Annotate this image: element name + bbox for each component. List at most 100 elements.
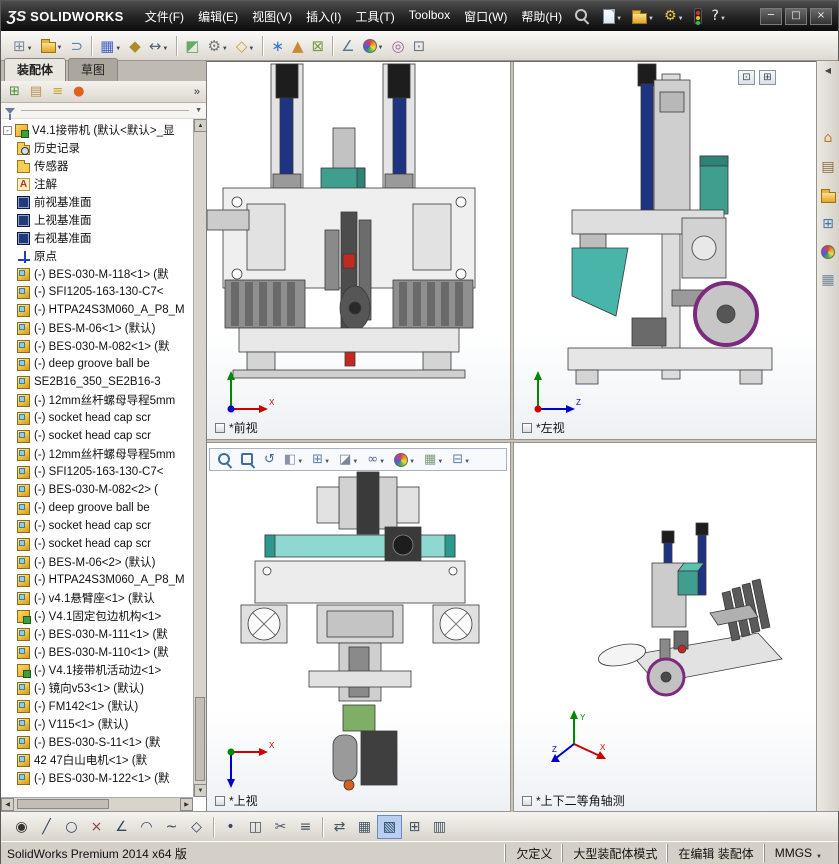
custom-properties-button[interactable]: ▦ (819, 270, 836, 290)
tree-item[interactable]: (-) BES-030-M-118<1> (默 (1, 265, 193, 283)
horizontal-scroll-thumb[interactable] (17, 799, 109, 809)
view-orientation-button[interactable]: ⊞ ▼ (308, 449, 334, 470)
offset-entities-button[interactable]: ≡ (293, 815, 318, 839)
featuremanager-tree-button[interactable]: ⊞ (5, 81, 24, 103)
appearances-scenes-button[interactable] (819, 243, 837, 261)
maximize-button[interactable]: □ (785, 7, 807, 25)
tree-item[interactable]: (-) 12mm丝杆螺母导程5mm (1, 445, 193, 463)
tree-item[interactable]: (-) 镜向v53<1> (默认) (1, 679, 193, 697)
zoom-to-fit-button[interactable] (214, 450, 236, 470)
tab[interactable]: 装配体 (4, 58, 67, 81)
measure-button[interactable]: ∠ (337, 35, 358, 57)
reference-geometry-button[interactable]: ◇ ▼ (232, 35, 259, 57)
large-assembly-mode-button[interactable]: ⊡ (409, 35, 430, 57)
task-pane-collapse-icon[interactable]: ◀ (817, 61, 839, 80)
tree-item[interactable]: (-) V115<1> (默认) (1, 715, 193, 733)
exploded-view-button[interactable]: ▲ (288, 35, 308, 57)
tree-filter-bar[interactable]: ▼ (1, 103, 206, 120)
scroll-up-icon[interactable]: ▲ (194, 119, 207, 132)
mate-button[interactable]: ⊃ (66, 35, 87, 57)
tab[interactable]: 草图 (68, 58, 119, 81)
menu-item[interactable]: Toolbox (402, 3, 457, 30)
linear-component-pattern-button[interactable]: ▦ ▼ (96, 35, 125, 57)
menu-item[interactable]: 文件(F) (138, 3, 191, 30)
apply-scene-button[interactable]: ▦ ▼ (420, 449, 447, 470)
status-segment[interactable]: MMGS ▼ (763, 844, 832, 862)
shaded-view-button[interactable]: ▧ (377, 814, 402, 839)
tree-item[interactable]: 传感器 (1, 157, 193, 175)
section-view-button[interactable]: ◧ ▼ (280, 449, 307, 470)
new-motion-study-button[interactable]: ∗ (267, 35, 288, 57)
menu-item[interactable]: 工具(T) (348, 3, 401, 30)
hide-show-items-button[interactable]: ∞ ▼ (363, 449, 389, 470)
tree-item[interactable]: (-) V4.1固定包边机构<1> (1, 607, 193, 625)
tree-item[interactable]: 42 47白山电机<1> (默 (1, 751, 193, 769)
smart-dimension-button[interactable]: ◉ (9, 815, 34, 839)
status-segment[interactable]: 大型装配体模式 (562, 844, 667, 862)
insert-components-button[interactable]: ⊞ ▼ (9, 35, 37, 57)
scroll-down-icon[interactable]: ▼ (194, 784, 207, 797)
tree-item[interactable]: (-) HTPA24S3M060_A_P8_M (1, 301, 193, 319)
tree-item[interactable]: 历史记录 (1, 139, 193, 157)
vertical-splitter[interactable] (510, 62, 514, 812)
tree-horizontal-scrollbar[interactable]: ◀ ▶ (1, 797, 193, 811)
previous-view-button[interactable]: ↺ (260, 449, 279, 470)
panel-expand-chevron[interactable]: » (194, 86, 202, 98)
configurationmanager-button[interactable]: ≡ (48, 81, 67, 103)
help-button[interactable]: ? ▼ (708, 5, 730, 27)
erase-button[interactable]: × (84, 815, 109, 839)
tree-item[interactable]: (-) FM142<1> (默认) (1, 697, 193, 715)
assembly-features-button[interactable]: ⚙ ▼ (203, 35, 231, 57)
tree-item[interactable]: (-) socket head cap scr (1, 409, 193, 427)
spline-button[interactable]: ~ (159, 815, 184, 839)
menu-item[interactable]: 窗口(W) (457, 3, 514, 30)
insert-from-file-button[interactable]: ▼ (37, 35, 67, 56)
arc-button[interactable]: ◠ (134, 815, 159, 839)
tree-item[interactable]: 右视基准面 (1, 229, 193, 247)
menu-item[interactable]: 插入(I) (299, 3, 348, 30)
minimize-button[interactable]: ─ (760, 7, 782, 25)
tree-item[interactable]: (-) BES-030-S-11<1> (默 (1, 733, 193, 751)
tree-item[interactable]: (-) socket head cap scr (1, 535, 193, 553)
viewport-left[interactable]: Z ⊡ ⊞ *左视 (514, 62, 816, 439)
move-component-button[interactable]: ↔ ▼ (145, 35, 173, 57)
menu-item[interactable]: 编辑(E) (191, 3, 245, 30)
tree-item[interactable]: (-) BES-M-06<2> (默认) (1, 553, 193, 571)
viewport-four-button[interactable]: ⊞ (759, 70, 776, 85)
zoom-to-area-button[interactable] (237, 450, 259, 470)
polygon-button[interactable]: ◇ (184, 815, 209, 839)
display-style-button[interactable]: ◪ ▼ (335, 449, 362, 470)
viewport-single-button[interactable]: ⊡ (738, 70, 755, 85)
table-button[interactable]: ▥ (427, 815, 452, 839)
scroll-left-icon[interactable]: ◀ (1, 798, 14, 811)
tree-item[interactable]: 前视基准面 (1, 193, 193, 211)
isolate-button[interactable]: ◎ (387, 35, 408, 57)
grid-button[interactable]: ▦ (352, 815, 377, 839)
point-button[interactable]: • (218, 815, 243, 839)
performance-lights-button[interactable] (690, 5, 706, 27)
close-button[interactable]: × (810, 7, 832, 25)
propertymanager-button[interactable]: ▤ (26, 81, 46, 103)
file-explorer-button[interactable] (819, 186, 838, 205)
line-button[interactable]: ╱ (34, 815, 59, 839)
angle-button[interactable]: ∠ (109, 815, 134, 839)
mirror-entities-button[interactable]: ◫ (243, 815, 268, 839)
tree-item[interactable]: (-) deep groove ball be (1, 355, 193, 373)
menu-item[interactable]: 帮助(H) (514, 3, 569, 30)
viewport-front[interactable]: X *前视 (207, 62, 510, 439)
tree-item[interactable]: SE2B16_350_SE2B16-3 (1, 373, 193, 391)
tree-item[interactable]: (-) BES-M-06<1> (默认) (1, 319, 193, 337)
tree-item[interactable]: (-) SFI1205-163-130-C7< (1, 283, 193, 301)
interference-detection-button[interactable]: ⊠ (308, 35, 329, 57)
tree-item[interactable]: 上视基准面 (1, 211, 193, 229)
scroll-right-icon[interactable]: ▶ (180, 798, 193, 811)
tree-item[interactable]: (-) V4.1接带机活动边<1> (1, 661, 193, 679)
menu-item[interactable]: 视图(V) (245, 3, 299, 30)
tree-item[interactable]: (-) socket head cap scr (1, 427, 193, 445)
open-document-button[interactable]: ▼ (628, 6, 658, 27)
tree-item[interactable]: (-) BES-030-M-122<1> (默 (1, 769, 193, 787)
vertical-scroll-thumb[interactable] (195, 697, 205, 781)
tree-item[interactable]: (-) v4.1悬臂座<1> (默认 (1, 589, 193, 607)
tree-item[interactable]: (-) SFI1205-163-130-C7< (1, 463, 193, 481)
tree-item[interactable]: (-) BES-030-M-111<1> (默 (1, 625, 193, 643)
